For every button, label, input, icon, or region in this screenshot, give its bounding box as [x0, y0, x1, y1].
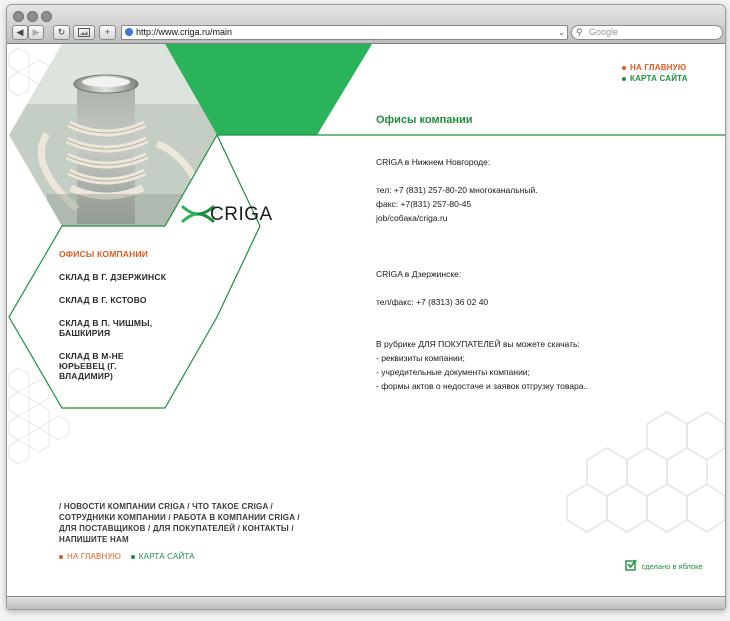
bullet-icon: [59, 554, 63, 559]
office1-title: CRIGA в Нижнем Новгороде:: [376, 157, 491, 167]
back-icon: ◀: [16, 27, 24, 37]
top-home-link-label: НА ГЛАВНУЮ: [630, 63, 687, 72]
browser-toolbar: ◀ ▶ ↻ + http://www.criga.ru/main ⌄ ⚲ Goo…: [7, 5, 725, 44]
credit[interactable]: сделано в яблоке: [625, 556, 703, 574]
search-icon: ⚲: [576, 27, 583, 37]
sidebar-item-kstovo[interactable]: СКЛАД В Г. КСТОВО: [59, 295, 147, 305]
web-page: CRIGA НА ГЛАВНУЮ КАРТА САЙТА Офисы компа…: [7, 44, 725, 597]
back-button[interactable]: ◀: [12, 25, 28, 40]
sidebar-item-label: СКЛАД В Г. ДЗЕРЖИНСК: [59, 272, 167, 282]
search-field[interactable]: ⚲ Google: [571, 25, 723, 40]
sidebar-item-label: ЮРЬЕВЕЦ (Г.: [59, 361, 117, 371]
footer-link-about[interactable]: ЧТО ТАКОЕ CRIGA: [192, 502, 268, 511]
sidebar-item-label: ОФИСЫ КОМПАНИИ: [59, 249, 149, 259]
reader-button[interactable]: [73, 25, 95, 40]
footer-link-careers[interactable]: РАБОТА В КОМПАНИИ CRIGA: [173, 513, 295, 522]
minimize-window-button[interactable]: [27, 11, 38, 22]
address-bar[interactable]: http://www.criga.ru/main ⌄: [121, 25, 568, 40]
top-sitemap-link[interactable]: КАРТА САЙТА: [622, 74, 688, 83]
downloads-intro: В рубрике ДЛЯ ПОКУПАТЕЛЕЙ вы можете скач…: [376, 339, 580, 349]
sidebar-item-label: СКЛАД В М-НЕ: [59, 351, 124, 361]
footer-bottom-links: НА ГЛАВНУЮ КАРТА САЙТА: [59, 552, 195, 561]
sidebar-item-label: ВЛАДИМИР): [59, 371, 113, 381]
checkbox-logo-icon: [625, 559, 637, 571]
office1-fax: факс: +7(831) 257-80-45: [376, 199, 472, 209]
footer-row: ДЛЯ ПОСТАВЩИКОВ / ДЛЯ ПОКУПАТЕЛЕЙ / КОНТ…: [59, 524, 294, 533]
add-bookmark-button[interactable]: +: [99, 25, 116, 40]
plus-icon: +: [104, 27, 111, 37]
globe-icon: [125, 28, 133, 36]
download-item: - формы актов о недостаче и заявок отгру…: [376, 381, 589, 391]
image-icon: [78, 28, 90, 37]
address-text: http://www.criga.ru/main: [136, 27, 233, 37]
search-placeholder: Google: [589, 27, 619, 37]
sidebar-item-dzerzhinsk[interactable]: СКЛАД В Г. ДЗЕРЖИНСК: [59, 272, 166, 282]
hex-pattern-right: [566, 411, 725, 533]
logo-text[interactable]: CRIGA: [210, 204, 273, 226]
dropdown-icon[interactable]: ⌄: [558, 26, 565, 39]
sidebar-item-yurievets[interactable]: СКЛАД В М-НЕ ЮРЬЕВЕЦ (Г. ВЛАДИМИР): [59, 351, 124, 381]
download-item: - учредительные документы компании;: [376, 367, 530, 377]
footer-link-buyers[interactable]: ДЛЯ ПОКУПАТЕЛЕЙ: [153, 524, 235, 533]
reload-icon: ↻: [57, 27, 66, 37]
footer-link-suppliers[interactable]: ДЛЯ ПОСТАВЩИКОВ: [59, 524, 146, 533]
office2-phone: тел/факс: +7 (8313) 36 02 40: [376, 297, 489, 307]
footer-row: / НОВОСТИ КОМПАНИИ CRIGA / ЧТО ТАКОЕ CRI…: [59, 502, 273, 511]
footer-link-news[interactable]: НОВОСТИ КОМПАНИИ CRIGA: [64, 502, 185, 511]
office1-phone: тел: +7 (831) 257-80-20 многоканальный.: [376, 185, 538, 195]
criga-logo-icon: [181, 205, 215, 223]
sidebar-item-label: БАШКИРИЯ: [59, 328, 111, 338]
credit-text: сделано в яблоке: [641, 562, 703, 571]
bullet-icon: [622, 76, 626, 81]
sidebar-item-chishmy[interactable]: СКЛАД В П. ЧИШМЫ, БАШКИРИЯ: [59, 318, 152, 338]
footer-row: СОТРУДНИКИ КОМПАНИИ / РАБОТА В КОМПАНИИ …: [59, 513, 300, 522]
bullet-icon: [130, 554, 135, 559]
sidebar-item-offices[interactable]: ОФИСЫ КОМПАНИИ: [59, 249, 148, 259]
download-item: - реквизиты компании;: [376, 353, 465, 363]
forward-icon: ▶: [32, 27, 40, 37]
footer-home-link[interactable]: НА ГЛАВНУЮ: [67, 552, 121, 561]
office2-title: CRIGA в Дзержинске:: [376, 269, 462, 279]
top-sitemap-link-label: КАРТА САЙТА: [630, 74, 688, 83]
bullet-icon: [622, 65, 626, 70]
footer-row: НАПИШИТЕ НАМ: [59, 535, 129, 544]
browser-window: ◀ ▶ ↻ + http://www.criga.ru/main ⌄ ⚲ Goo…: [6, 4, 726, 610]
top-home-link[interactable]: НА ГЛАВНУЮ: [622, 63, 686, 72]
close-window-button[interactable]: [13, 11, 24, 22]
sidebar-item-label: СКЛАД В Г. КСТОВО: [59, 295, 147, 305]
page-title: Офисы компании: [376, 114, 473, 126]
footer-link-staff[interactable]: СОТРУДНИКИ КОМПАНИИ: [59, 513, 166, 522]
footer-sitemap-link[interactable]: КАРТА САЙТА: [139, 552, 195, 561]
status-bar: [7, 596, 725, 609]
footer-link-contacts[interactable]: КОНТАКТЫ: [243, 524, 289, 533]
zoom-window-button[interactable]: [41, 11, 52, 22]
sidebar-item-label: СКЛАД В П. ЧИШМЫ,: [59, 318, 153, 328]
reload-button[interactable]: ↻: [53, 25, 70, 40]
office1-email[interactable]: job/собака/criga.ru: [376, 213, 448, 223]
forward-button[interactable]: ▶: [28, 25, 44, 40]
footer-link-write-us[interactable]: НАПИШИТЕ НАМ: [59, 535, 129, 544]
